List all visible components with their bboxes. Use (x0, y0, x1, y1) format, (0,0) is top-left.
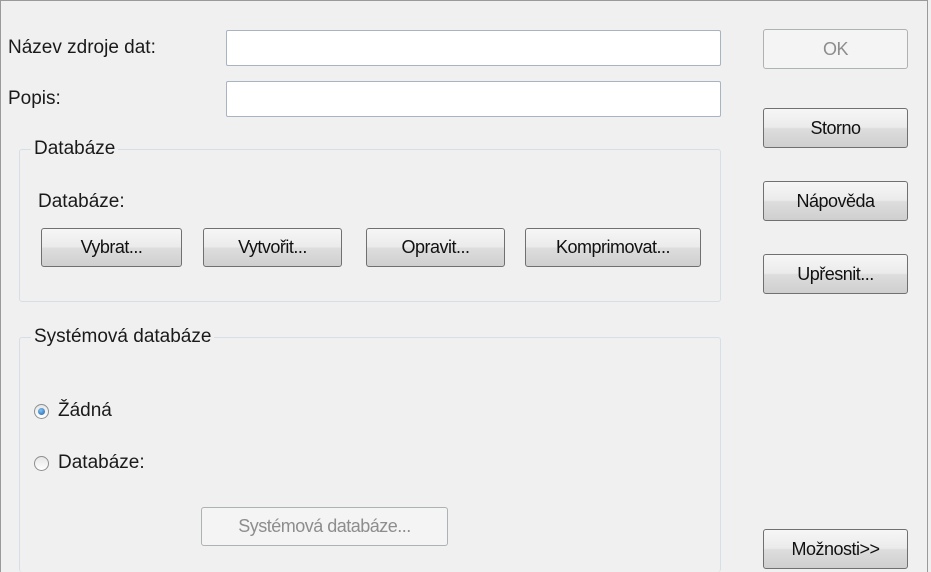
options-button[interactable]: Možnosti>> (763, 529, 908, 569)
cancel-button[interactable]: Storno (763, 108, 908, 148)
system-database-group-title: Systémová databáze (31, 326, 215, 348)
description-label: Popis: (8, 88, 61, 109)
ok-button[interactable]: OK (763, 29, 908, 69)
description-input[interactable] (226, 81, 721, 117)
system-database-button[interactable]: Systémová databáze... (201, 507, 448, 546)
repair-database-button[interactable]: Opravit... (366, 228, 505, 267)
datasource-name-input[interactable] (226, 30, 721, 66)
radio-option-none[interactable]: Žádná (34, 400, 112, 422)
radio-unselected-icon[interactable] (34, 455, 49, 471)
create-database-button[interactable]: Vytvořit... (203, 228, 342, 267)
compact-database-button[interactable]: Komprimovat... (525, 228, 701, 267)
advanced-button[interactable]: Upřesnit... (763, 254, 908, 294)
radio-option-database[interactable]: Databáze: (34, 452, 145, 474)
database-group (19, 149, 721, 302)
radio-selected-icon[interactable] (34, 403, 49, 419)
radio-none-label: Žádná (58, 400, 112, 421)
select-database-button[interactable]: Vybrat... (41, 228, 182, 267)
datasource-name-label: Název zdroje dat: (8, 37, 156, 58)
database-group-title: Databáze (31, 138, 119, 160)
database-label: Databáze: (38, 191, 125, 212)
help-button[interactable]: Nápověda (763, 181, 908, 221)
radio-database-label: Databáze: (58, 452, 145, 473)
